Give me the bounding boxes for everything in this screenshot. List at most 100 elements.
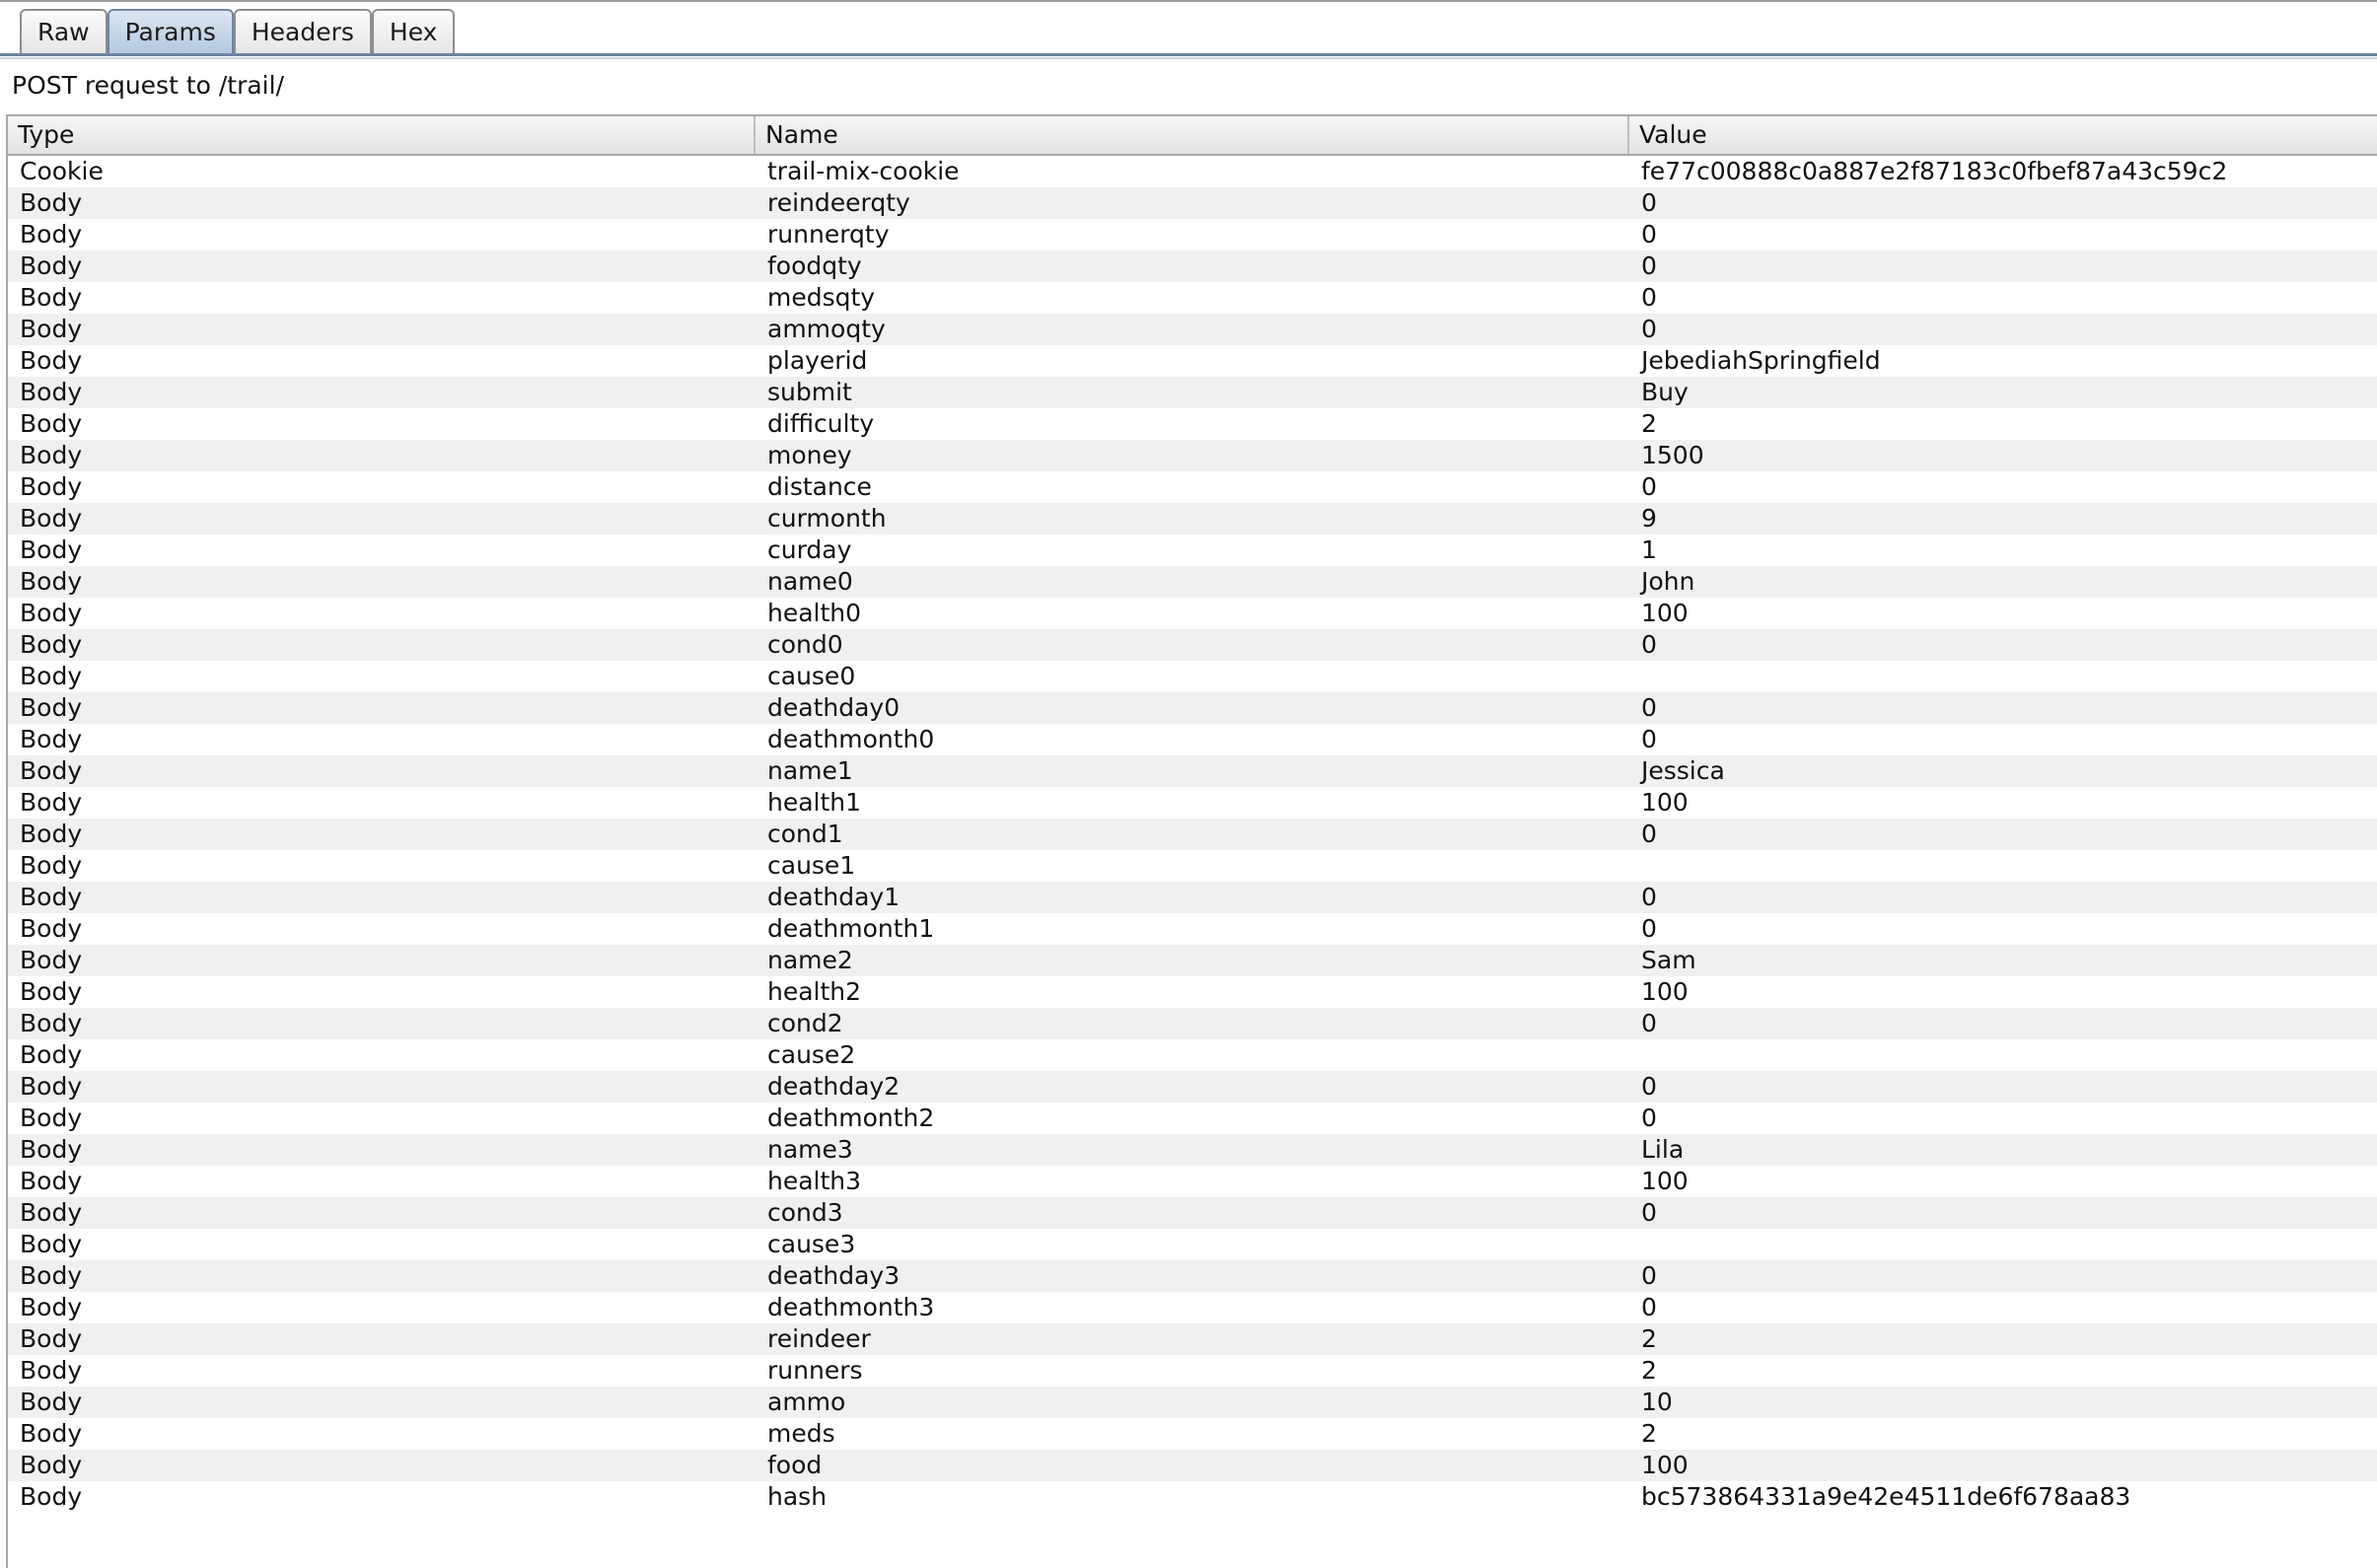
table-row[interactable]: Body deathday1 0: [8, 882, 2377, 913]
tab-hex[interactable]: Hex: [371, 9, 456, 54]
cell-type: Body: [20, 504, 83, 533]
cell-name: deathmonth0: [767, 725, 935, 753]
table-row[interactable]: Body cond2 0: [8, 1008, 2377, 1039]
table-row[interactable]: Body curmonth 9: [8, 503, 2377, 535]
table-row[interactable]: Body deathmonth3 0: [8, 1292, 2377, 1323]
column-header-type[interactable]: Type: [8, 116, 756, 154]
table-row[interactable]: Body hash bc573864331a9e42e4511de6f678aa83: [8, 1481, 2377, 1513]
cell-type: Body: [20, 883, 83, 911]
cell-value: Jessica: [1641, 756, 1725, 785]
table-row[interactable]: Body foodqty 0: [8, 250, 2377, 282]
cell-name: runnerqty: [767, 220, 890, 249]
cell-name: medsqty: [767, 283, 876, 312]
tab-params[interactable]: Params: [107, 9, 234, 54]
cell-type: Body: [20, 1419, 83, 1448]
cell-value: 1: [1641, 535, 1657, 564]
table-row[interactable]: Body difficulty 2: [8, 408, 2377, 440]
table-row[interactable]: Body deathmonth0 0: [8, 724, 2377, 755]
cell-name: cause0: [767, 662, 856, 690]
column-header-name[interactable]: Name: [756, 116, 1629, 154]
table-row[interactable]: Body cond0 0: [8, 629, 2377, 661]
table-row[interactable]: Body cause3: [8, 1229, 2377, 1260]
table-row[interactable]: Body runners 2: [8, 1355, 2377, 1387]
cell-value: [1629, 850, 2377, 882]
table-row[interactable]: Body cond1 0: [8, 819, 2377, 850]
cell-name: name3: [767, 1135, 853, 1164]
cell-value: 0: [1641, 1104, 1657, 1132]
table-row[interactable]: Body ammoqty 0: [8, 314, 2377, 345]
column-header-value[interactable]: Value: [1629, 116, 2377, 154]
cell-name: health3: [767, 1167, 862, 1195]
cell-type: Body: [20, 1230, 83, 1258]
table-row[interactable]: Body name2 Sam: [8, 945, 2377, 976]
table-row[interactable]: Body deathmonth1 0: [8, 913, 2377, 945]
cell-name: deathday0: [767, 693, 900, 722]
cell-type: Body: [20, 1482, 83, 1511]
table-row[interactable]: Body ammo 10: [8, 1387, 2377, 1418]
table-row[interactable]: Body deathmonth2 0: [8, 1103, 2377, 1134]
tab-headers[interactable]: Headers: [233, 9, 372, 54]
cell-type: Body: [20, 1198, 83, 1227]
table-row[interactable]: Body food 100: [8, 1450, 2377, 1481]
table-row[interactable]: Body health0 100: [8, 598, 2377, 629]
cell-value: 0: [1641, 1072, 1657, 1101]
cell-type: Body: [20, 1040, 83, 1069]
table-row[interactable]: Body health1 100: [8, 787, 2377, 819]
table-row[interactable]: Body medsqty 0: [8, 282, 2377, 314]
cell-value: 2: [1641, 1356, 1657, 1385]
table-row[interactable]: Body submit Buy: [8, 377, 2377, 408]
table-row[interactable]: Body deathday3 0: [8, 1260, 2377, 1292]
cell-value: 10: [1641, 1388, 1673, 1416]
cell-type: Body: [20, 662, 83, 690]
cell-type: Body: [20, 977, 83, 1006]
cell-name: food: [767, 1451, 823, 1479]
tab-list: Raw Params Headers Hex: [20, 9, 456, 54]
cell-value: 0: [1641, 220, 1657, 249]
cell-value: 0: [1641, 188, 1657, 217]
table-row[interactable]: Body meds 2: [8, 1418, 2377, 1450]
table-row[interactable]: Body name3 Lila: [8, 1134, 2377, 1166]
cell-type: Body: [20, 378, 83, 406]
cell-name: name1: [767, 756, 853, 785]
table-row[interactable]: Body reindeer 2: [8, 1323, 2377, 1355]
cell-value: 0: [1641, 725, 1657, 753]
cell-value: [1629, 661, 2377, 692]
table-row[interactable]: Body cause1: [8, 850, 2377, 882]
table-row[interactable]: Body reindeerqty 0: [8, 187, 2377, 219]
table-row[interactable]: Body cause0: [8, 661, 2377, 692]
table-row[interactable]: Body distance 0: [8, 471, 2377, 503]
cell-name: trail-mix-cookie: [767, 157, 960, 185]
table-row[interactable]: Body deathday2 0: [8, 1071, 2377, 1103]
cell-type: Body: [20, 472, 83, 501]
table-row[interactable]: Body health3 100: [8, 1166, 2377, 1197]
table-row[interactable]: Body playerid JebediahSpringfield: [8, 345, 2377, 377]
request-line: POST request to /trail/: [12, 71, 285, 100]
cell-name: meds: [767, 1419, 835, 1448]
cell-type: Body: [20, 283, 83, 312]
table-row[interactable]: Body deathday0 0: [8, 692, 2377, 724]
cell-value: Lila: [1641, 1135, 1685, 1164]
table-row[interactable]: Cookie trail-mix-cookie fe77c00888c0a887e2…: [8, 156, 2377, 187]
cell-name: money: [767, 441, 852, 469]
cell-type: Body: [20, 756, 83, 785]
cell-type: Body: [20, 1009, 83, 1037]
cell-name: ammoqty: [767, 315, 886, 343]
tab-raw[interactable]: Raw: [20, 9, 108, 54]
cell-name: cause1: [767, 851, 856, 880]
table-row[interactable]: Body curday 1: [8, 535, 2377, 566]
cell-type: Body: [20, 346, 83, 375]
table-row[interactable]: Body cause2: [8, 1039, 2377, 1071]
cell-type: Body: [20, 725, 83, 753]
table-row[interactable]: Body cond3 0: [8, 1197, 2377, 1229]
cell-name: cond2: [767, 1009, 843, 1037]
cell-value: 0: [1641, 820, 1657, 848]
table-row[interactable]: Body health2 100: [8, 976, 2377, 1008]
cell-value: JebediahSpringfield: [1641, 346, 1881, 375]
table-row[interactable]: Body name0 John: [8, 566, 2377, 598]
cell-type: Body: [20, 567, 83, 596]
cell-name: cause2: [767, 1040, 856, 1069]
cell-type: Body: [20, 851, 83, 880]
table-row[interactable]: Body money 1500: [8, 440, 2377, 471]
table-row[interactable]: Body name1 Jessica: [8, 755, 2377, 787]
table-row[interactable]: Body runnerqty 0: [8, 219, 2377, 250]
